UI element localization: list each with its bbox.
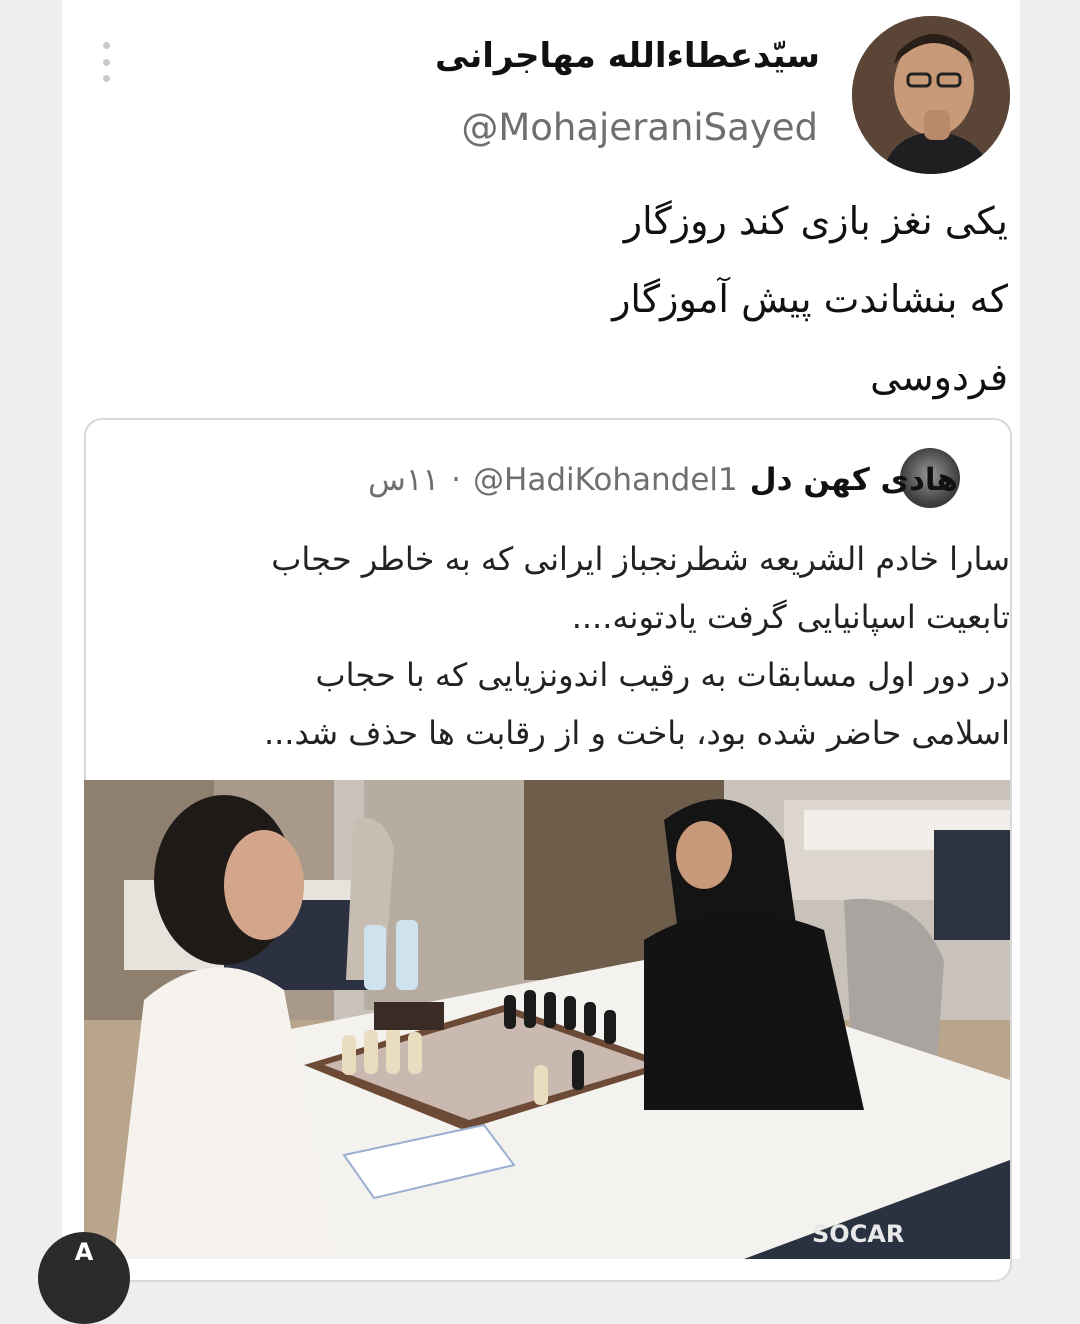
tweet-line: فردوسی [870,355,1008,399]
quoted-tweet-header: هادی کهن دل @HadiKohandel1 · ۱۱س [368,458,958,502]
more-options-icon[interactable] [100,42,112,82]
quoted-line: سارا خادم الشریعه شطرنجباز ایرانی که به … [271,540,1010,578]
quoted-author-handle: @HadiKohandel1 [473,462,738,498]
quoted-author-name: هادی کهن دل [749,462,958,498]
author-avatar[interactable] [852,16,1010,174]
floating-action-button[interactable]: A [38,1232,130,1324]
quoted-line: اسلامی حاضر شده بود، باخت و از رقابت ها … [263,714,1010,752]
tweet-line: یکی نغز بازی کند روزگار [623,199,1008,243]
sponsor-logo-text: SOCAR [812,1220,904,1248]
author-handle[interactable]: @MohajeraniSayed [461,106,818,149]
quoted-timestamp: ۱۱س [368,462,440,498]
tweet-text: یکی نغز بازی کند روزگار که بنشاندت پیش آ… [208,182,1008,416]
tweet-line: که بنشاندت پیش آموزگار [612,277,1008,321]
author-name[interactable]: سیّدعطاءالله مهاجرانی [435,36,820,76]
quoted-tweet-text: سارا خادم الشریعه شطرنجباز ایرانی که به … [150,530,1010,762]
chess-match-photo[interactable]: 14 SOCAR [84,780,1010,1259]
quoted-line: تابعیت اسپانیایی گرفت یادتونه.... [571,598,1010,636]
separator-dot: · [451,462,462,498]
quoted-line: در دور اول مسابقات به رقیب اندونزیایی که… [315,656,1011,694]
